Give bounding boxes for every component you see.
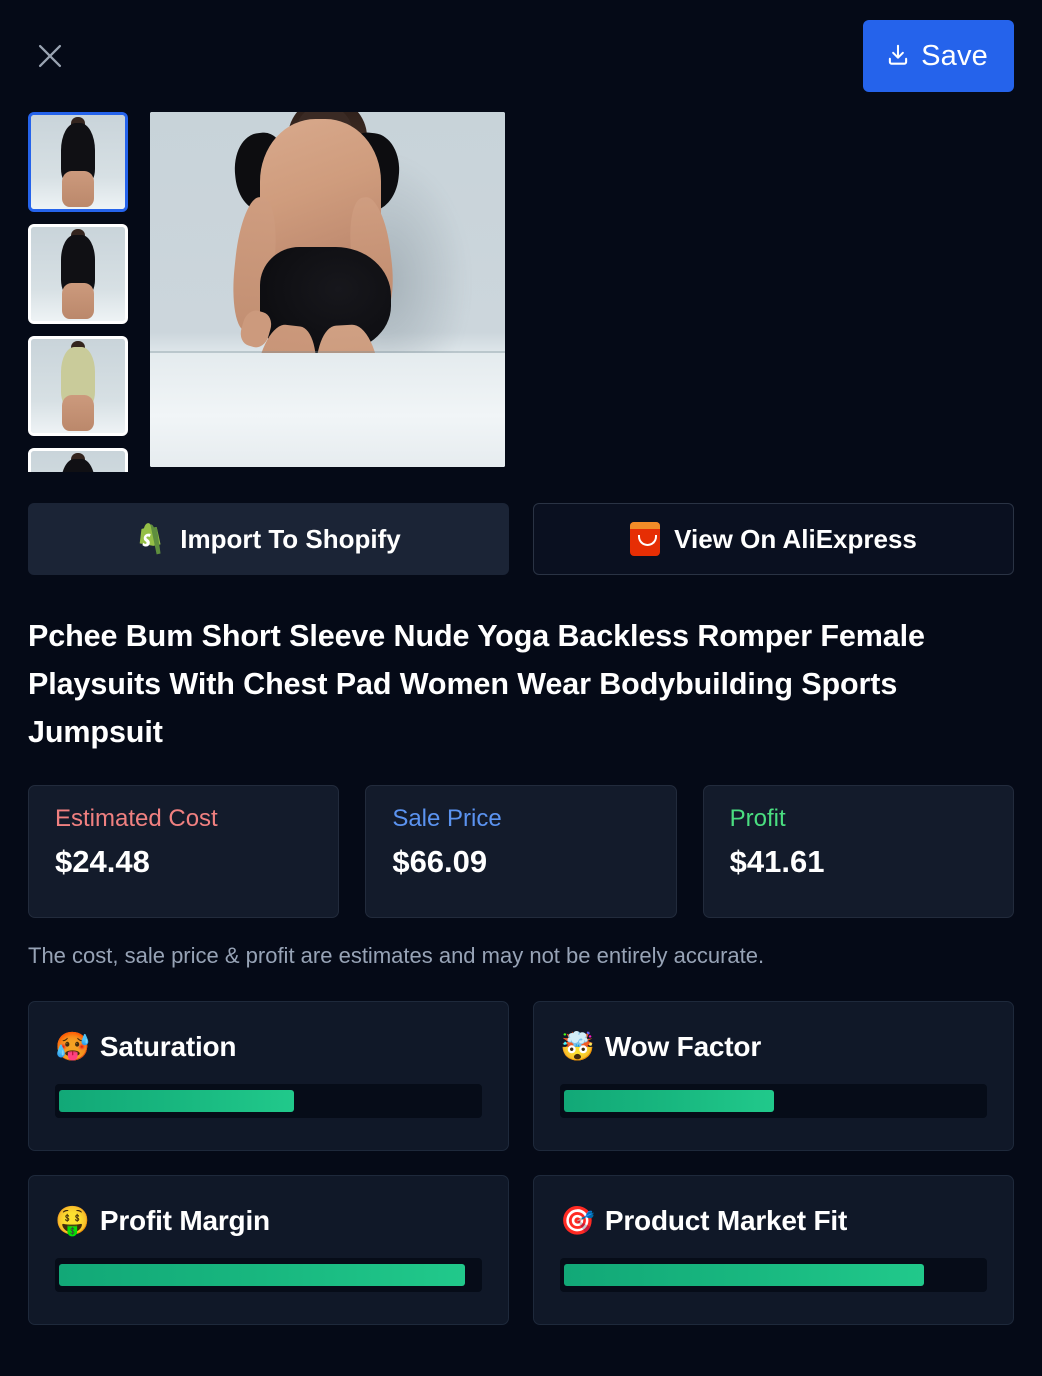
metrics-grid: 🥵 Saturation 🤯 Wow Factor 🤑 Profit Margi… (28, 1000, 1014, 1325)
thumbnail-item-3[interactable] (28, 336, 128, 436)
profit-label: Profit (729, 804, 786, 832)
metric-progress-track (560, 1257, 987, 1292)
sale-price-value: $66.09 (392, 844, 488, 880)
pricing-row: Estimated Cost $24.48 Sale Price $66.09 … (28, 784, 1014, 918)
product-title: Pchee Bum Short Sleeve Nude Yoga Backles… (28, 619, 925, 750)
thumbnail-list[interactable] (28, 112, 128, 472)
thumbnail-item-1[interactable] (28, 112, 128, 212)
estimated-cost-label: Estimated Cost (55, 804, 218, 832)
metric-progress-fill (564, 1263, 925, 1286)
action-button-row: Import To Shopify View On AliExpress (28, 503, 1014, 575)
product-gallery (28, 112, 1014, 472)
metric-label: Product Market Fit (604, 1204, 848, 1236)
metric-card-saturation: 🥵 Saturation (28, 1000, 509, 1151)
thumbnail-item-2[interactable] (28, 224, 128, 324)
money-face-icon: 🤑 (55, 1204, 90, 1236)
pricing-disclaimer: The cost, sale price & profit are estima… (28, 942, 765, 968)
aliexpress-icon (630, 522, 661, 556)
view-on-aliexpress-label: View On AliExpress (674, 523, 917, 554)
metric-label: Profit Margin (99, 1204, 270, 1236)
target-icon: 🎯 (560, 1204, 595, 1236)
product-photo (150, 112, 505, 467)
close-icon (33, 39, 67, 73)
exploding-head-icon: 🤯 (560, 1030, 595, 1062)
metric-label: Wow Factor (604, 1030, 762, 1062)
estimated-cost-card: Estimated Cost $24.48 (28, 784, 340, 918)
import-to-shopify-button[interactable]: Import To Shopify (28, 503, 509, 575)
thumbnail-image (31, 339, 125, 433)
sale-price-card: Sale Price $66.09 (365, 784, 677, 918)
metric-progress-fill (564, 1089, 774, 1112)
profit-value: $41.61 (729, 844, 825, 880)
metric-header: 🤯 Wow Factor (560, 1031, 987, 1063)
view-on-aliexpress-button[interactable]: View On AliExpress (533, 503, 1014, 575)
close-button[interactable] (30, 36, 70, 76)
download-icon (885, 42, 911, 71)
metric-progress-fill (59, 1263, 466, 1286)
metric-card-wow-factor: 🤯 Wow Factor (533, 1000, 1014, 1151)
metric-label: Saturation (99, 1030, 237, 1062)
metric-progress-track (55, 1257, 482, 1292)
thumbnail-image (31, 115, 125, 209)
metric-header: 🥵 Saturation (55, 1031, 482, 1063)
thumbnail-item-4[interactable] (28, 448, 128, 472)
thumbnail-image (31, 227, 125, 321)
thumbnail-image (31, 451, 125, 472)
metric-card-product-market-fit: 🎯 Product Market Fit (533, 1174, 1014, 1325)
save-button[interactable]: Save (863, 20, 1014, 92)
metric-header: 🎯 Product Market Fit (560, 1205, 987, 1237)
save-button-label: Save (921, 39, 988, 72)
metric-progress-fill (59, 1089, 294, 1112)
shopify-icon (136, 522, 166, 556)
hot-face-icon: 🥵 (55, 1030, 90, 1062)
metric-card-profit-margin: 🤑 Profit Margin (28, 1174, 509, 1325)
metric-header: 🤑 Profit Margin (55, 1205, 482, 1237)
product-detail-modal: Save Import To Shopify View On AliExpres… (0, 0, 1042, 1376)
metric-progress-track (55, 1083, 482, 1118)
main-product-image[interactable] (150, 112, 505, 467)
sale-price-label: Sale Price (392, 804, 502, 832)
import-to-shopify-label: Import To Shopify (180, 523, 401, 554)
estimated-cost-value: $24.48 (55, 844, 150, 880)
modal-header: Save (28, 0, 1014, 112)
metric-progress-track (560, 1083, 987, 1118)
profit-card: Profit $41.61 (702, 784, 1014, 918)
